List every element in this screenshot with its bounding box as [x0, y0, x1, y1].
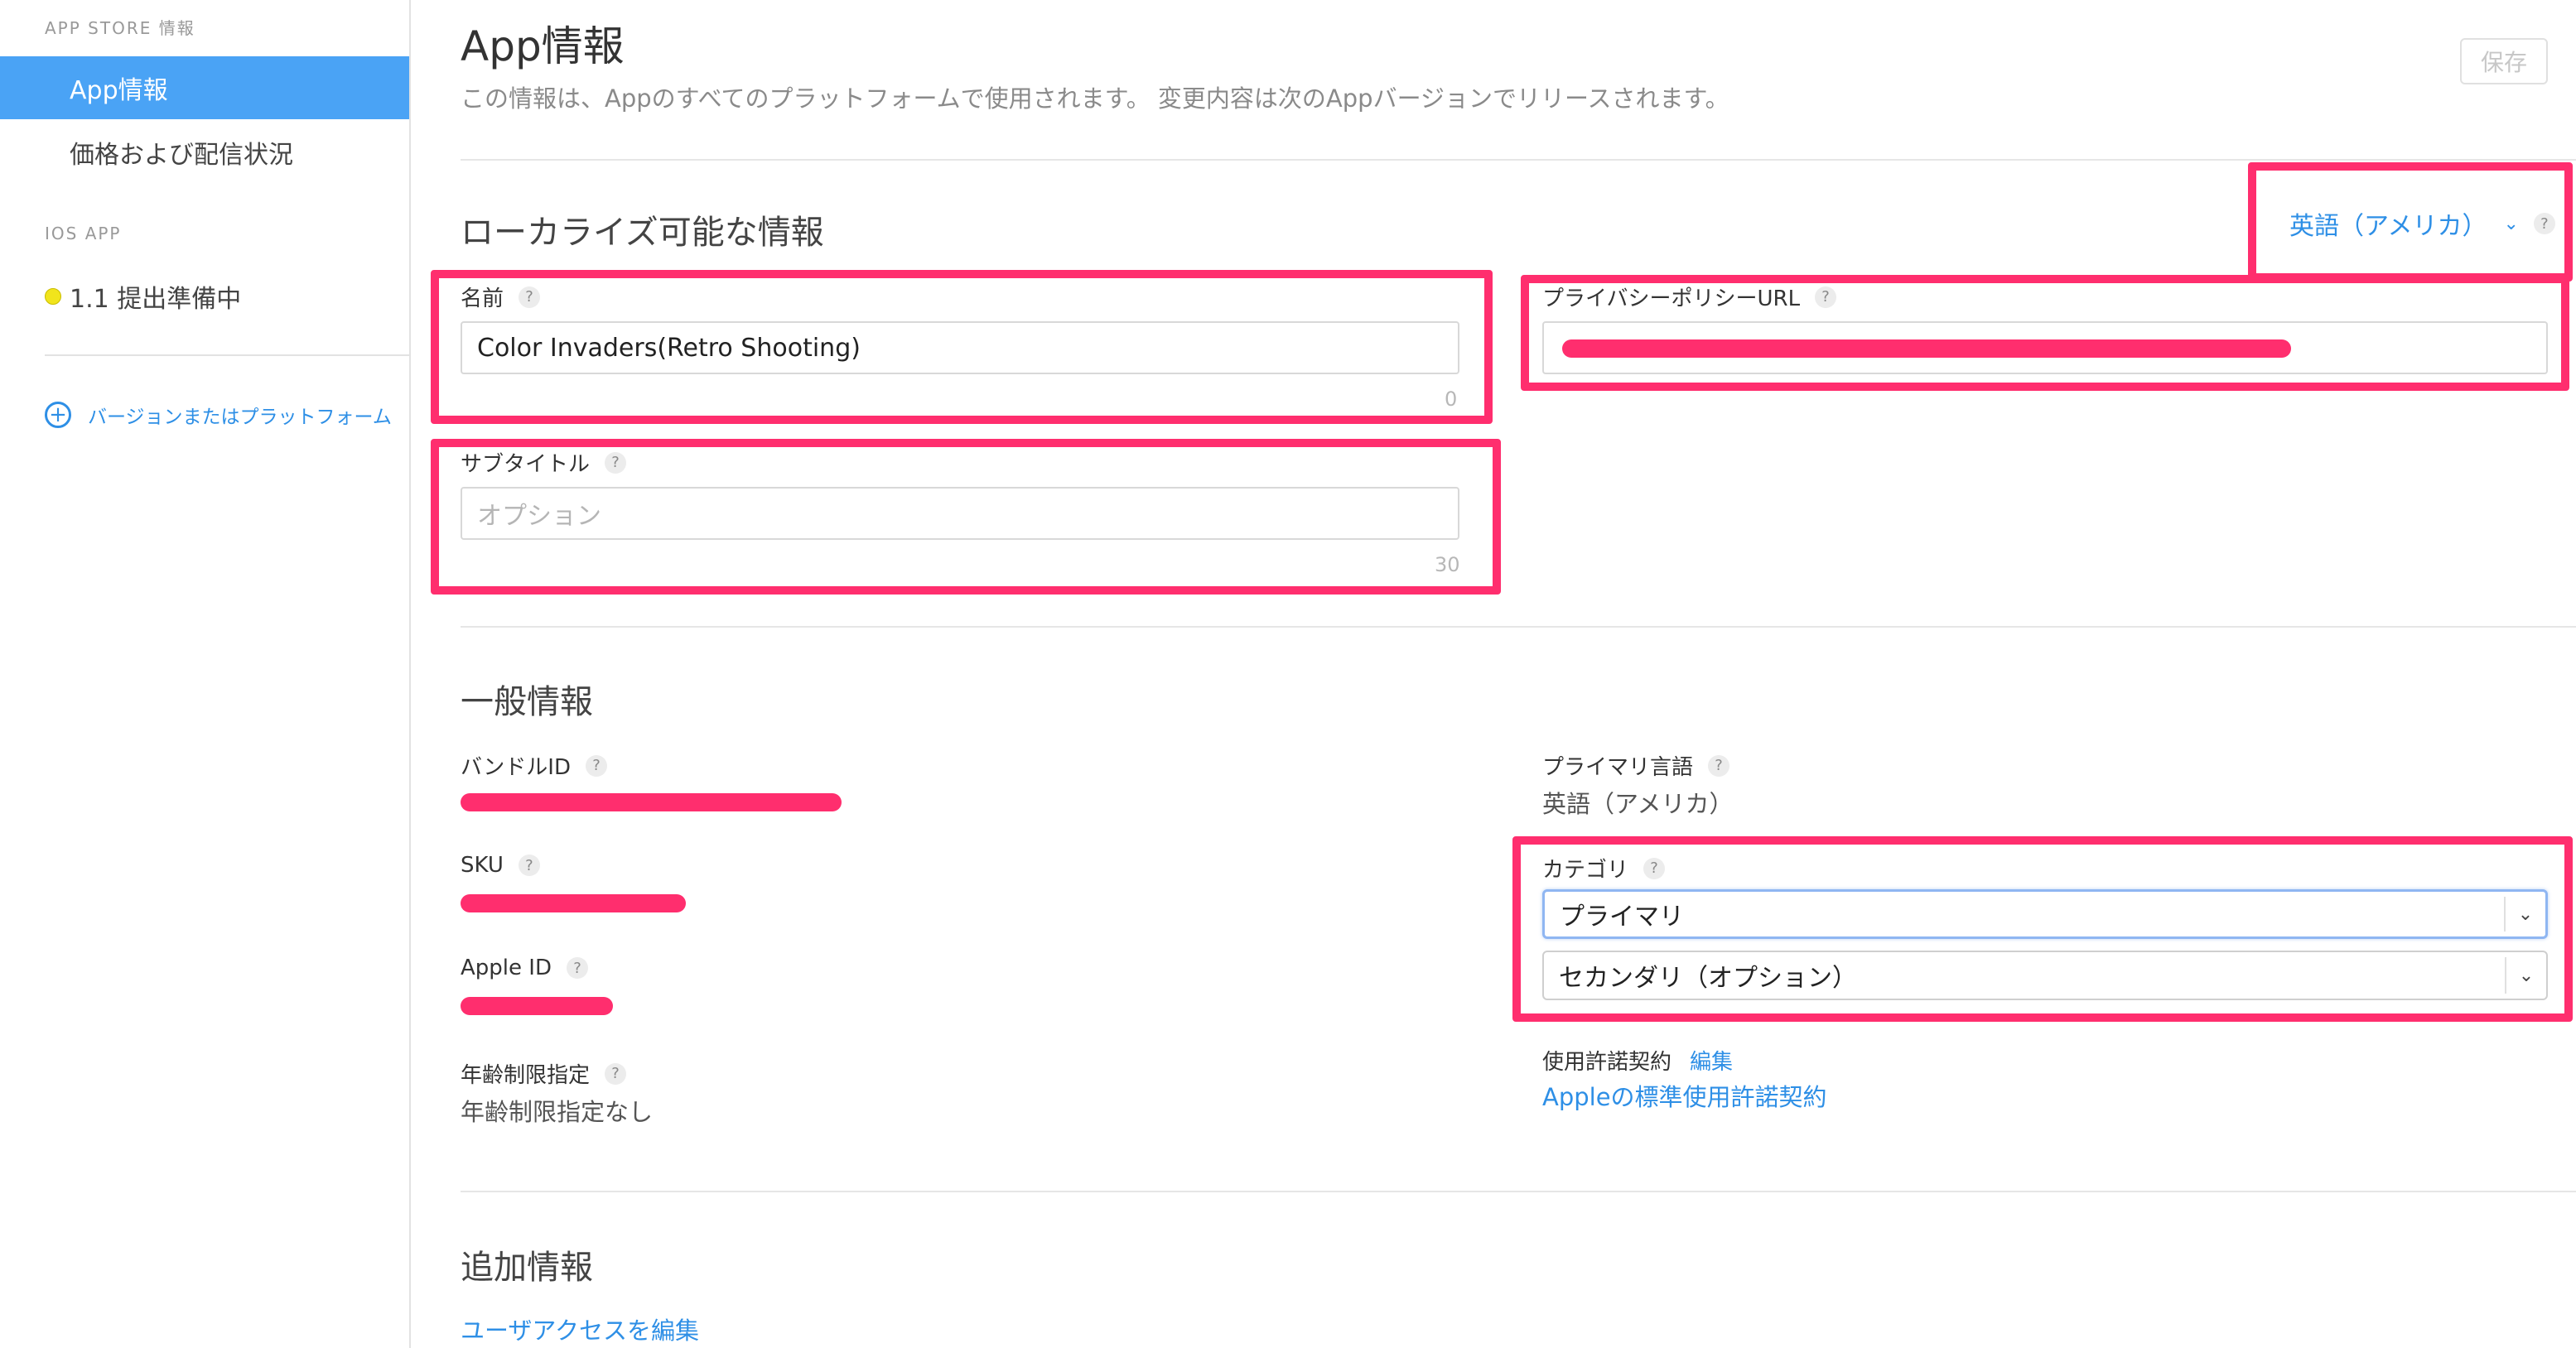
sidebar-divider: [45, 354, 409, 356]
redaction-mark: [461, 894, 686, 912]
plus-circle-icon: +: [45, 402, 71, 428]
help-icon[interactable]: ?: [586, 754, 607, 777]
sidebar-item-label: App情報: [70, 76, 168, 105]
primary-language-value: 英語（アメリカ）: [1542, 790, 1734, 818]
bundle-id-label-text: バンドルID: [461, 755, 571, 780]
sidebar-item-version[interactable]: 1.1 提出準備中: [0, 265, 409, 328]
section-title-additional: 追加情報: [461, 1249, 593, 1287]
add-version-button[interactable]: + バージョンまたはプラットフォーム: [45, 401, 392, 429]
save-button[interactable]: 保存: [2460, 38, 2548, 84]
annotation-box: [431, 439, 1501, 595]
sidebar-item-pricing[interactable]: 価格および配信状況: [0, 121, 409, 184]
help-icon[interactable]: ?: [518, 855, 540, 876]
help-icon[interactable]: ?: [605, 1062, 627, 1085]
sidebar-heading-app-store: APP STORE 情報: [45, 18, 195, 38]
sidebar: APP STORE 情報 App情報 価格および配信状況 IOS APP 1.1…: [0, 0, 411, 1348]
redaction-mark: [461, 997, 613, 1015]
license-agreement-link[interactable]: Appleの標準使用許諾契約: [1542, 1078, 1827, 1113]
sku-label-text: SKU: [461, 853, 504, 878]
license-label: 使用許諾契約 編集: [1542, 1045, 1733, 1076]
redaction-mark: [461, 793, 842, 811]
page-title: App情報: [461, 22, 625, 70]
user-access-link[interactable]: ユーザアクセスを編集: [461, 1312, 699, 1346]
section-title-localizable: ローカライズ可能な情報: [461, 214, 824, 252]
add-version-label: バージョンまたはプラットフォーム: [88, 407, 392, 428]
sidebar-heading-ios-app: IOS APP: [45, 224, 122, 243]
apple-id-label-text: Apple ID: [461, 956, 552, 980]
divider: [461, 1191, 2576, 1192]
primary-language-label: プライマリ言語 ?: [1542, 750, 1730, 781]
age-rating-value: 年齢制限指定なし: [461, 1098, 654, 1126]
primary-language-label-text: プライマリ言語: [1542, 755, 1694, 780]
license-label-text: 使用許諾契約: [1542, 1050, 1672, 1075]
status-dot-icon: [45, 288, 61, 305]
section-title-general: 一般情報: [461, 683, 593, 721]
divider: [461, 159, 2576, 161]
annotation-box: [431, 270, 1493, 424]
license-edit-link[interactable]: 編集: [1690, 1045, 1733, 1076]
divider: [461, 626, 2576, 628]
age-rating-label: 年齢制限指定 ?: [461, 1058, 627, 1089]
age-rating-label-text: 年齢制限指定: [461, 1063, 591, 1088]
annotation-box: [1512, 836, 2573, 1022]
help-icon[interactable]: ?: [566, 957, 588, 979]
sidebar-item-app-info[interactable]: App情報: [0, 56, 409, 119]
help-icon[interactable]: ?: [1708, 754, 1730, 777]
sidebar-item-label: 1.1 提出準備中: [70, 285, 242, 314]
sidebar-item-label: 価格および配信状況: [70, 141, 293, 170]
bundle-id-label: バンドルID ?: [461, 750, 607, 781]
apple-id-label: Apple ID ?: [461, 956, 588, 980]
page-description: この情報は、Appのすべてのプラットフォームで使用されます。 変更内容は次のAp…: [461, 84, 1729, 113]
annotation-box: [2248, 162, 2573, 282]
sku-label: SKU ?: [461, 853, 540, 878]
annotation-box: [1521, 275, 2569, 391]
